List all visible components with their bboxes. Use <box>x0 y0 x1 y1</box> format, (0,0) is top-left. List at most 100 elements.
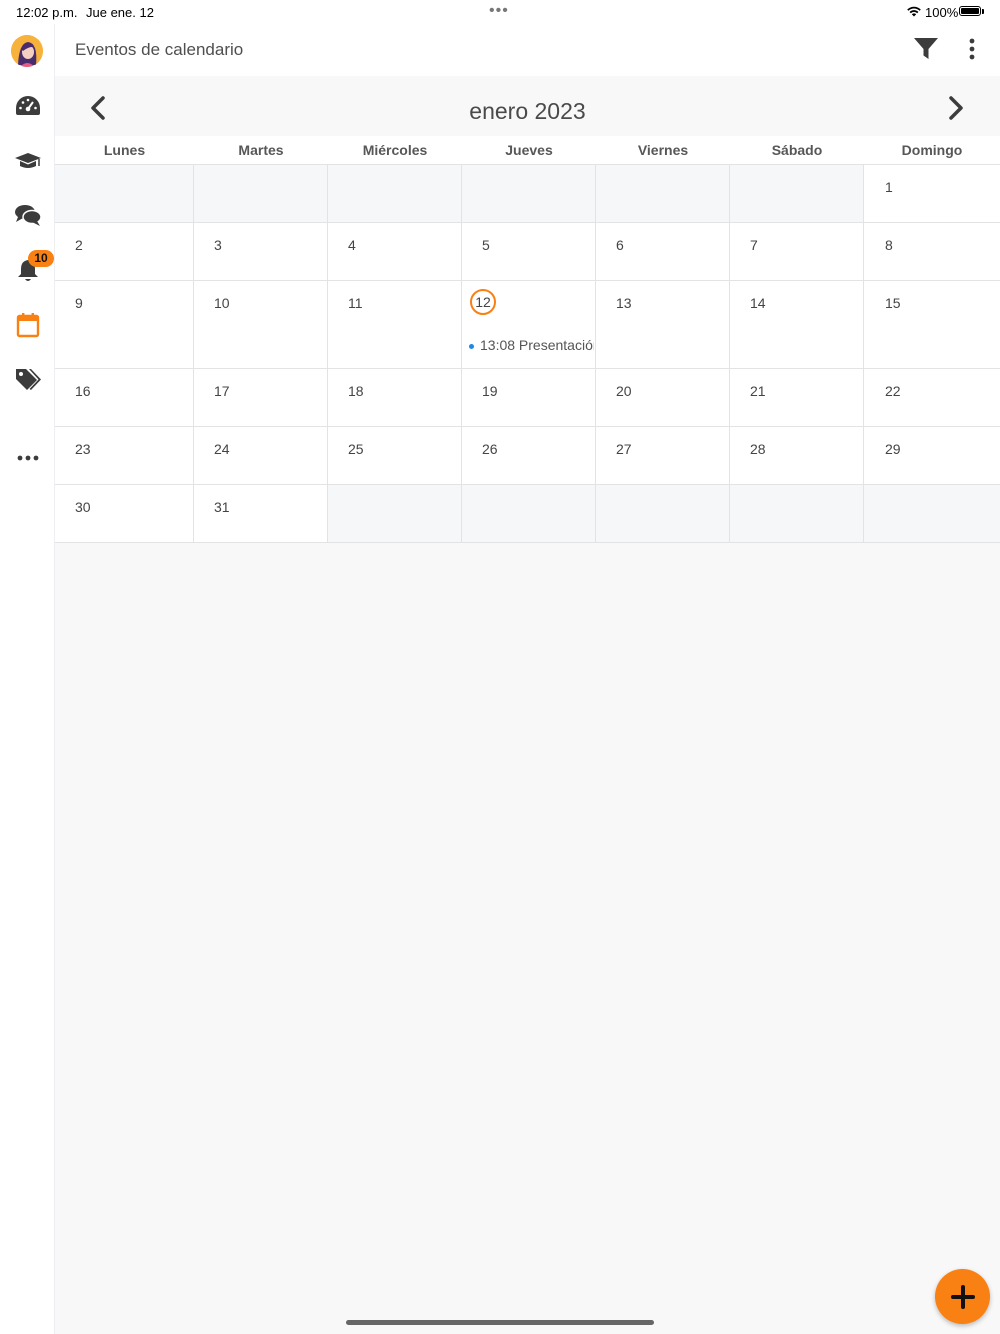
battery-icon <box>959 6 981 16</box>
calendar-day-cell[interactable]: 5 <box>462 223 596 280</box>
calendar-day-cell[interactable]: 15 <box>864 281 1000 368</box>
day-number: 6 <box>616 237 624 253</box>
courses-icon[interactable] <box>13 146 43 176</box>
day-number: 2 <box>75 237 83 253</box>
weekday-label: Miércoles <box>362 142 428 158</box>
calendar-day-cell[interactable]: 17 <box>194 369 328 426</box>
calendar-day-cell[interactable]: 18 <box>328 369 462 426</box>
day-number: 30 <box>75 499 91 515</box>
calendar-day-cell[interactable]: 2 <box>55 223 194 280</box>
calendar-weeks: 1 2 3 4 5 6 7 8 9 10 11 12 13:08 Presentación 13 14 15 1… <box>55 165 1000 543</box>
messages-icon[interactable] <box>13 200 43 230</box>
weekday-label: Lunes <box>103 142 146 158</box>
day-number: 16 <box>75 383 91 399</box>
main-content: enero 2023 Lunes Martes Miércoles Jueves Vie… <box>55 76 1000 1334</box>
weekday-label: Viernes <box>637 142 689 158</box>
calendar-day-cell[interactable]: 30 <box>55 485 194 542</box>
calendar-day-cell[interactable]: 31 <box>194 485 328 542</box>
wifi-icon <box>907 6 921 17</box>
notification-badge: 10 <box>28 250 54 267</box>
day-number: 1 <box>885 179 893 195</box>
day-number: 14 <box>750 295 766 311</box>
event-dot-icon <box>469 343 474 349</box>
day-number: 15 <box>885 295 901 311</box>
calendar-day-cell[interactable]: 16 <box>55 369 194 426</box>
filter-icon[interactable] <box>913 36 939 62</box>
more-vertical-icon[interactable] <box>960 36 984 62</box>
calendar-day-cell[interactable]: 29 <box>864 427 1000 484</box>
calendar-empty-cell <box>730 485 864 542</box>
calendar-day-cell[interactable]: 7 <box>730 223 864 280</box>
calendar-empty-cell <box>730 165 864 222</box>
calendar-day-cell[interactable]: 28 <box>730 427 864 484</box>
calendar-day-cell[interactable]: 8 <box>864 223 1000 280</box>
user-avatar[interactable] <box>11 35 43 67</box>
day-number: 23 <box>75 441 91 457</box>
today-day-number: 12 <box>470 289 496 315</box>
calendar-week-row: 1 <box>55 165 1000 223</box>
page-title: Eventos de calendario <box>75 40 244 59</box>
day-number: 18 <box>348 383 364 399</box>
next-month-icon[interactable] <box>941 94 969 122</box>
battery-percent: 100% <box>925 5 959 20</box>
calendar-empty-cell <box>864 485 1000 542</box>
weekday-label: Martes <box>238 142 284 158</box>
weekday-label: Jueves <box>505 142 553 158</box>
day-number: 27 <box>616 441 632 457</box>
calendar-day-cell[interactable]: 19 <box>462 369 596 426</box>
day-number: 11 <box>348 295 363 311</box>
month-navigation: enero 2023 <box>55 76 1000 136</box>
calendar-empty-cell <box>328 485 462 542</box>
calendar-day-cell[interactable]: 11 <box>328 281 462 368</box>
day-number: 26 <box>482 441 498 457</box>
calendar-empty-cell <box>596 485 730 542</box>
avatar-icon <box>11 35 43 67</box>
calendar-event[interactable]: 13:08 Presentación <box>469 337 594 353</box>
calendar-day-cell[interactable]: 25 <box>328 427 462 484</box>
calendar-day-cell[interactable]: 13 <box>596 281 730 368</box>
day-number: 28 <box>750 441 766 457</box>
calendar-week-row: 9 10 11 12 13:08 Presentación 13 14 15 <box>55 281 1000 369</box>
calendar-day-cell[interactable]: 21 <box>730 369 864 426</box>
calendar-icon[interactable] <box>13 310 43 340</box>
calendar-day-cell[interactable]: 20 <box>596 369 730 426</box>
calendar-day-cell[interactable]: 24 <box>194 427 328 484</box>
calendar-day-cell[interactable]: 9 <box>55 281 194 368</box>
calendar-empty-cell <box>194 165 328 222</box>
calendar-day-cell[interactable]: 23 <box>55 427 194 484</box>
calendar-week-row: 16 17 18 19 20 21 22 <box>55 369 1000 427</box>
status-time: 12:02 p.m. <box>16 5 78 20</box>
calendar-day-cell[interactable]: 6 <box>596 223 730 280</box>
calendar-day-cell[interactable]: 27 <box>596 427 730 484</box>
weekday-header: Lunes Martes Miércoles Jueves Viernes Sábado D… <box>55 136 1000 165</box>
calendar-empty-cell <box>55 165 194 222</box>
calendar-week-row: 23 24 25 26 27 28 29 <box>55 427 1000 485</box>
calendar-empty-cell <box>596 165 730 222</box>
calendar-day-cell[interactable]: 3 <box>194 223 328 280</box>
calendar-day-cell[interactable]: 12 13:08 Presentación <box>462 281 596 368</box>
weekday-label: Sábado <box>771 142 823 158</box>
calendar-day-cell[interactable]: 1 <box>864 165 1000 222</box>
add-event-button[interactable] <box>935 1269 990 1324</box>
day-number: 8 <box>885 237 893 253</box>
calendar-day-cell[interactable]: 4 <box>328 223 462 280</box>
calendar-day-cell[interactable]: 26 <box>462 427 596 484</box>
month-label: enero 2023 <box>469 98 586 124</box>
more-icon[interactable] <box>13 443 43 473</box>
weekday-label: Domingo <box>901 142 963 158</box>
calendar-day-cell[interactable]: 22 <box>864 369 1000 426</box>
multitasking-dots-icon[interactable]: ••• <box>489 3 509 19</box>
day-number: 20 <box>616 383 632 399</box>
calendar-empty-cell <box>462 165 596 222</box>
calendar-day-cell[interactable]: 10 <box>194 281 328 368</box>
day-number: 19 <box>482 383 498 399</box>
calendar-day-cell[interactable]: 14 <box>730 281 864 368</box>
day-number: 13 <box>616 295 632 311</box>
dashboard-icon[interactable] <box>13 91 43 121</box>
day-number: 17 <box>214 383 230 399</box>
day-number: 10 <box>214 295 230 311</box>
day-number: 21 <box>750 383 766 399</box>
app-header: Eventos de calendario <box>55 24 1000 76</box>
sidebar: 10 <box>0 24 55 1334</box>
tags-icon[interactable] <box>13 364 43 394</box>
